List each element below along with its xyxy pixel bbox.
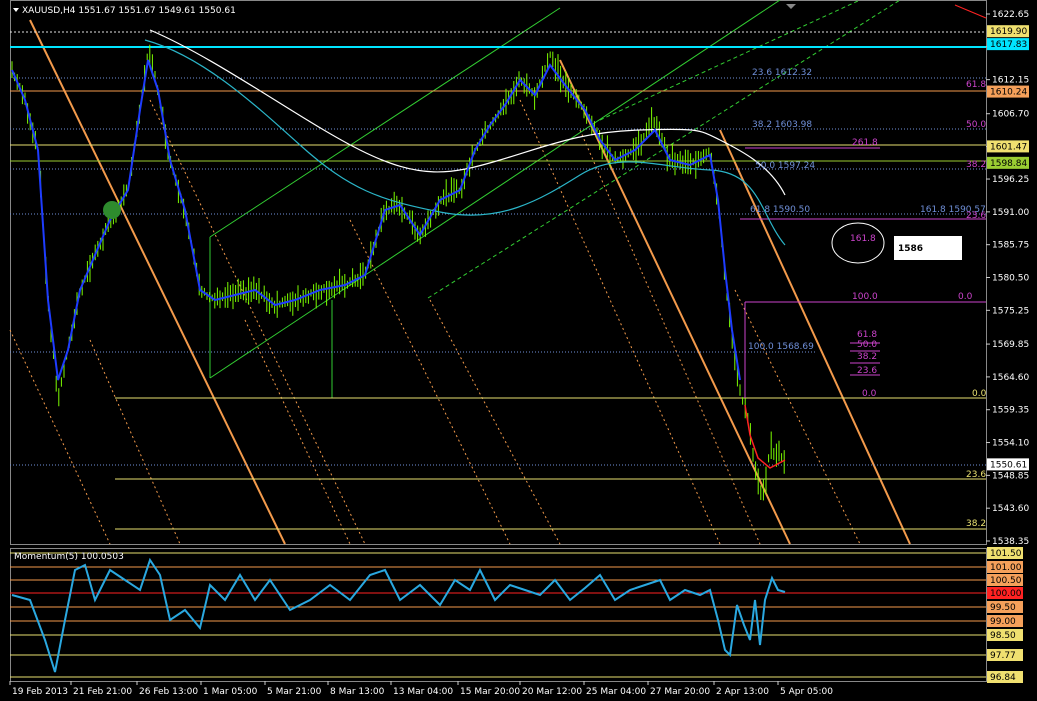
time-label: 5 Mar 21:00 bbox=[267, 687, 322, 697]
fib-magenta-50-top: 50.0 bbox=[966, 120, 986, 130]
fib-magenta-61-8: 61.8 bbox=[857, 330, 877, 340]
price-tick-label: 1585.75 bbox=[992, 241, 1029, 251]
price-badge-label: 1601.47 bbox=[990, 142, 1027, 152]
fib-blue-label-1: 23.6 1612.32 bbox=[752, 68, 812, 78]
fib-yellow-23-6: 23.6 bbox=[966, 470, 986, 480]
fib-blue-label-5: 100.0 1568.69 bbox=[748, 342, 814, 352]
price-tick-label: 1548.85 bbox=[992, 471, 1029, 481]
momentum-badge-label: 99.00 bbox=[990, 617, 1016, 627]
momentum-badge-label: 101.50 bbox=[990, 549, 1022, 559]
scroll-marker-icon[interactable] bbox=[786, 4, 796, 9]
momentum-badge-label: 98.50 bbox=[990, 631, 1016, 641]
annotation-box-label: 1586 bbox=[898, 244, 923, 254]
green-channel[interactable] bbox=[209, 0, 781, 379]
time-axis: 19 Feb 2013 21 Feb 21:00 26 Feb 13:00 1 Mar… bbox=[9, 681, 833, 697]
price-tick-label: 1538.35 bbox=[992, 537, 1029, 547]
fib-blue-label-4: 61.8 1590.50 bbox=[750, 205, 810, 215]
candles[interactable] bbox=[11, 44, 785, 501]
fib-magenta-38-2-top: 38.2 bbox=[966, 160, 986, 170]
time-label: 19 Feb 2013 bbox=[12, 687, 68, 697]
fib-magenta-100: 100.0 bbox=[852, 292, 878, 302]
price-badge-label: 1610.24 bbox=[990, 88, 1027, 98]
fib-blue-label-2: 38.2 1603.98 bbox=[752, 120, 812, 130]
price-tick-label: 1575.25 bbox=[992, 306, 1029, 316]
price-badge-label: 1598.84 bbox=[990, 159, 1027, 169]
momentum-badges: 101.50 101.00 100.50 100.00 99.50 99.00 98.50 9… bbox=[987, 547, 1023, 683]
fib-magenta-0: 0.0 bbox=[862, 389, 877, 399]
fib-yellow-38-2: 38.2 bbox=[966, 519, 986, 529]
price-tick-label: 1622.65 bbox=[992, 10, 1029, 20]
momentum-badge-label: 97.77 bbox=[990, 651, 1016, 661]
fib-magenta-50: 50.0 bbox=[857, 340, 877, 350]
price-tick-label: 1596.25 bbox=[992, 175, 1029, 185]
time-label: 21 Feb 21:00 bbox=[73, 687, 132, 697]
momentum-badge-label: 100.00 bbox=[990, 589, 1022, 599]
time-label: 26 Feb 13:00 bbox=[139, 687, 198, 697]
fib-blue-label-3: 50.0 1597.24 bbox=[755, 161, 815, 171]
fib-magenta-23-6-top: 23.6 bbox=[966, 211, 986, 221]
time-label: 8 Mar 13:00 bbox=[330, 687, 385, 697]
fib-magenta-161-8: 161.8 bbox=[850, 234, 876, 244]
price-tick-label: 1606.70 bbox=[992, 110, 1029, 120]
momentum-badge-label: 100.50 bbox=[990, 576, 1022, 586]
orange-dotted-lines bbox=[9, 99, 861, 545]
price-tick-label: 1554.10 bbox=[992, 439, 1029, 449]
price-tick-label: 1580.50 bbox=[992, 274, 1029, 284]
momentum-badge-label: 101.00 bbox=[990, 563, 1022, 573]
time-label: 15 Mar 20:00 bbox=[460, 687, 520, 697]
time-label: 25 Mar 04:00 bbox=[586, 687, 646, 697]
price-tick-label: 1591.00 bbox=[992, 208, 1029, 218]
price-badge-label: 1617.83 bbox=[990, 40, 1027, 50]
dropdown-triangle-icon[interactable] bbox=[13, 8, 19, 12]
red-trend-fragment bbox=[954, 4, 987, 19]
price-pane-border bbox=[10, 0, 987, 545]
time-label: 13 Mar 04:00 bbox=[393, 687, 453, 697]
momentum-pane-border bbox=[10, 548, 987, 682]
momentum-levels bbox=[10, 552, 986, 678]
time-label: 20 Mar 12:00 bbox=[522, 687, 582, 697]
time-label: 5 Apr 05:00 bbox=[780, 687, 833, 697]
price-tick-label: 1569.85 bbox=[992, 340, 1029, 350]
time-label: 1 Mar 05:00 bbox=[203, 687, 258, 697]
momentum-badge-label: 99.50 bbox=[990, 603, 1016, 613]
momentum-badge-label: 96.84 bbox=[990, 673, 1016, 683]
fib-magenta-38-2: 38.2 bbox=[857, 352, 877, 362]
time-label: 27 Mar 20:00 bbox=[650, 687, 710, 697]
price-tick-label: 1564.60 bbox=[992, 373, 1029, 383]
fib-yellow-0: 0.0 bbox=[972, 389, 987, 399]
fib-magenta-261-8: 261.8 bbox=[852, 138, 878, 148]
symbol-header: XAUUSD,H4 1551.67 1551.67 1549.61 1550.6… bbox=[22, 6, 236, 16]
marker-dot bbox=[103, 201, 121, 219]
price-badge-label: 1550.61 bbox=[990, 460, 1027, 470]
price-tick-label: 1543.60 bbox=[992, 504, 1029, 514]
price-tick-label: 1612.15 bbox=[992, 76, 1029, 86]
time-label: 2 Apr 13:00 bbox=[716, 687, 769, 697]
fib-magenta-61-8-top: 61.8 bbox=[966, 80, 986, 90]
ma-blue[interactable] bbox=[11, 59, 741, 381]
price-badge-label: 1619.90 bbox=[990, 27, 1027, 37]
trading-chart[interactable]: 23.6 1612.32 38.2 1603.98 50.0 1597.24 6… bbox=[0, 0, 1037, 701]
fib-magenta-0-top: 0.0 bbox=[958, 292, 973, 302]
price-tick-label: 1559.35 bbox=[992, 406, 1029, 416]
momentum-title: Momentum(5) 100.0503 bbox=[14, 552, 124, 562]
fib-magenta-23-6: 23.6 bbox=[857, 366, 877, 376]
